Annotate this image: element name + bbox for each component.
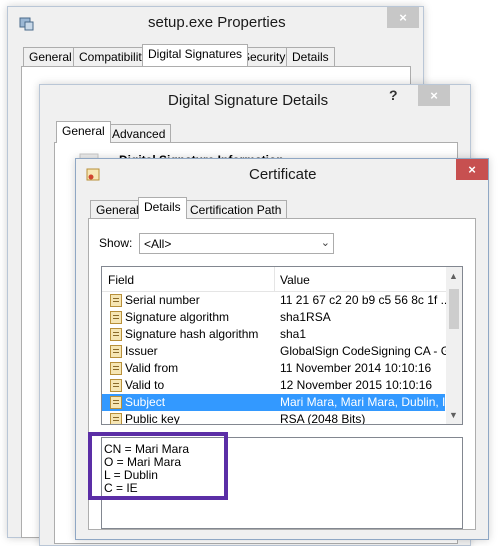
column-divider[interactable] <box>274 267 275 291</box>
table-row[interactable]: Serial number 11 21 67 c2 20 b9 c5 56 8c … <box>102 292 451 309</box>
column-header-value[interactable]: Value <box>280 273 310 287</box>
signature-close-button[interactable]: × <box>418 85 450 106</box>
show-dropdown-value: <All> <box>144 237 172 251</box>
properties-close-button[interactable]: × <box>387 7 419 28</box>
certificate-field-icon <box>110 379 122 392</box>
chevron-down-icon: ⌄ <box>320 237 330 249</box>
certificate-field-icon <box>110 396 122 409</box>
field-name: Public key <box>125 412 180 425</box>
field-value: Mari Mara, Mari Mara, Dublin, IE <box>280 395 454 409</box>
list-scrollbar[interactable]: ▲ ▼ <box>446 267 462 424</box>
field-value: sha1RSA <box>280 310 331 324</box>
field-value: RSA (2048 Bits) <box>280 412 366 425</box>
certificate-title: Certificate <box>249 166 317 183</box>
tab-cert-general[interactable]: General <box>90 200 145 219</box>
certificate-icon <box>86 168 100 181</box>
tab-sig-advanced[interactable]: Advanced <box>106 124 172 143</box>
field-name: Valid to <box>125 378 165 392</box>
tab-cert-details[interactable]: Details <box>138 197 187 219</box>
field-name: Serial number <box>125 293 200 307</box>
tab-general[interactable]: General <box>23 47 78 66</box>
table-row[interactable]: Subject Mari Mara, Mari Mara, Dublin, IE <box>102 394 453 411</box>
help-button[interactable]: ? <box>389 87 398 103</box>
field-name: Issuer <box>125 344 158 358</box>
certificate-close-button[interactable]: × <box>456 159 488 180</box>
field-name: Signature algorithm <box>125 310 230 324</box>
table-row[interactable]: Issuer GlobalSign CodeSigning CA - G... <box>102 343 460 360</box>
column-header-field[interactable]: Field <box>108 273 134 287</box>
field-name: Subject <box>125 395 166 409</box>
certificate-field-icon <box>110 362 122 375</box>
certificate-titlebar: Certificate × <box>76 159 488 191</box>
certificate-field-icon <box>110 345 122 358</box>
scroll-down-arrow-icon[interactable]: ▼ <box>449 410 458 420</box>
table-row[interactable]: Public key RSA (2048 Bits) <box>102 411 445 425</box>
field-value: sha1 <box>280 327 307 341</box>
tab-details[interactable]: Details <box>286 47 335 66</box>
setup-app-icon <box>19 17 34 31</box>
field-name: Signature hash algorithm <box>125 327 259 341</box>
certificate-field-icon <box>110 413 122 424</box>
properties-title: setup.exe Properties <box>148 14 286 31</box>
table-row[interactable]: Valid to 12 November 2015 10:10:16 <box>102 377 445 394</box>
certificate-fields-list[interactable]: Field Value Serial number 11 21 67 c2 20 … <box>101 266 463 425</box>
field-value: 11 November 2014 10:10:16 <box>280 361 432 375</box>
field-name: Valid from <box>125 361 179 375</box>
table-row[interactable]: Signature hash algorithm sha1 <box>102 326 445 343</box>
annotation-highlight-box <box>88 432 228 500</box>
table-row[interactable]: Signature algorithm sha1RSA <box>102 309 445 326</box>
scroll-up-arrow-icon[interactable]: ▲ <box>449 271 458 281</box>
certificate-field-icon <box>110 311 122 324</box>
certificate-field-icon <box>110 294 122 307</box>
scroll-thumb[interactable] <box>449 289 459 329</box>
show-dropdown[interactable]: <All> ⌄ <box>139 233 334 254</box>
signature-titlebar: Digital Signature Details ? × <box>40 85 470 117</box>
show-label: Show: <box>99 236 133 250</box>
tab-digital-signatures[interactable]: Digital Signatures <box>142 44 249 66</box>
field-value: GlobalSign CodeSigning CA - G... <box>280 344 461 358</box>
certificate-field-icon <box>110 328 122 341</box>
field-value: 11 21 67 c2 20 b9 c5 56 8c 1f ... <box>280 293 451 307</box>
signature-title: Digital Signature Details <box>168 92 329 109</box>
tab-cert-certification-path[interactable]: Certification Path <box>184 200 288 219</box>
table-row[interactable]: Valid from 11 November 2014 10:10:16 <box>102 360 445 377</box>
field-value: 12 November 2015 10:10:16 <box>280 378 433 392</box>
tab-sig-general[interactable]: General <box>56 121 111 143</box>
properties-titlebar: setup.exe Properties × <box>8 7 423 39</box>
list-header: Field Value <box>102 267 446 292</box>
